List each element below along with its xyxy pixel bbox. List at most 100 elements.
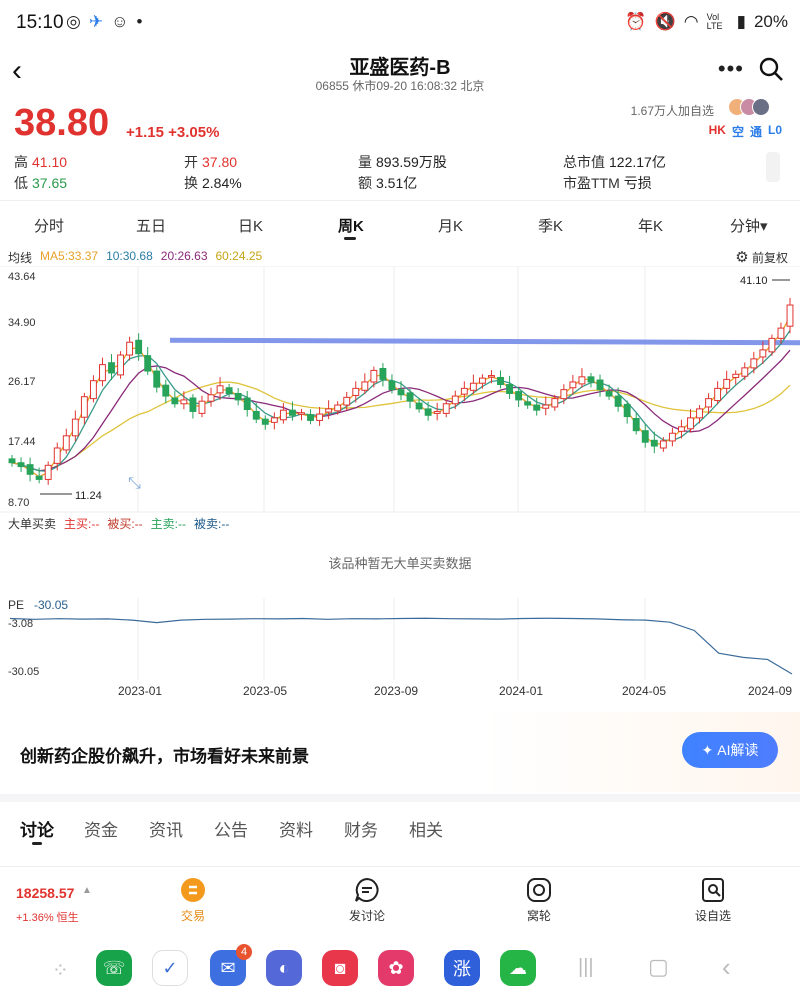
tab-related[interactable]: 相关 [409,816,443,841]
status-bar: 15:10 ◎ ✈ ☺ • ⏰ 🔇 ◠ Vol LTE ▮ 20% [0,0,800,46]
candle-body [786,304,794,327]
stat-label: 量 [358,154,372,170]
reminder-app-icon[interactable]: ✓ [152,950,188,986]
tab-profile[interactable]: 资料 [279,816,313,841]
stat-col-1: 高 41.10 低 37.65 [14,152,67,194]
candle-body [397,389,405,396]
stat-turnover: 2.84% [202,175,242,191]
pe-tick: -30.05 [8,666,40,678]
candle-body [497,376,504,386]
search-icon[interactable] [758,56,784,82]
ma-legend[interactable]: 均线 MA5:33.37 10:30.68 20:26.63 60:24.25 [8,249,262,266]
candle-body [207,394,215,402]
tab-yearly-k[interactable]: 年K [638,215,663,236]
candle-body [270,417,278,423]
x-tick-label: 2023-01 [118,684,163,698]
candle-body [216,385,224,394]
candle-body [768,337,776,353]
more-icon[interactable]: ••• [718,56,744,82]
candle-body [433,410,441,414]
y-tick-label: 43.64 [8,271,36,283]
kline-chart[interactable]: ⤡ [0,266,800,516]
candle-body [759,349,767,358]
candle-body [162,384,170,397]
stock-app-icon[interactable]: 涨 [444,950,480,986]
hang-seng-index-change[interactable]: +1.36% 恒生 [16,909,79,925]
tag-short: 空 [731,125,744,139]
tab-intraday[interactable]: 分时 [34,215,64,236]
y-tick-label: 17.44 [8,436,36,448]
candle-body [126,341,134,356]
stat-open: 37.80 [202,154,238,170]
dot-icon: • [136,12,143,31]
big-order-empty-message: 该品种暂无大单买卖数据 [328,556,472,571]
candle-body [524,401,532,406]
tab-daily-k[interactable]: 日K [238,215,263,236]
expand-stats-button[interactable] [766,152,780,182]
big-order-legend: 大单买卖 主买:-- 被买:-- 主卖:-- 被卖:-- [8,515,229,532]
y-tick-label: 34.90 [8,317,36,329]
stock-subtitle: 06855 休市09-20 16:08:32 北京 [315,79,485,93]
tab-five-day[interactable]: 五日 [136,215,166,236]
gallery-app-icon[interactable]: ✿ [378,950,414,986]
ma20-line [11,349,791,472]
candle-body [723,378,731,389]
trendline [169,337,800,346]
tab-funds[interactable]: 资金 [84,816,118,841]
candle-body [705,398,713,408]
tab-news[interactable]: 资讯 [149,816,183,841]
hang-seng-index-value[interactable]: 18258.57 [16,885,74,901]
big-order-title: 大单买卖 [8,517,57,531]
watchers-count[interactable]: 1.67万人加自选 [631,102,714,119]
candle-body [623,403,631,418]
candle-body [307,414,314,421]
watcher-avatars[interactable] [728,98,770,116]
recents-icon[interactable]: ||| [578,956,594,979]
tab-financials[interactable]: 财务 [344,816,378,841]
nav-trade[interactable]: 交易 [148,877,238,924]
stat-label: 市盈TTM [563,175,620,191]
pe-chart[interactable] [0,598,800,680]
adjust-toggle[interactable]: ⚙ 前复权 [735,248,788,266]
passive-buy: 被买:-- [107,517,143,531]
candle-body [469,382,477,391]
section-divider [0,794,800,802]
tab-minute[interactable]: 分钟▾ [730,215,768,236]
candle-body [370,369,378,383]
home-icon[interactable]: ▢ [648,954,669,980]
tab-monthly-k[interactable]: 月K [438,215,463,236]
candle-body [732,373,740,378]
phone-app-icon[interactable]: ☏ [96,950,132,986]
browser-app-icon[interactable]: ◐ [266,950,302,986]
nav-post[interactable]: 发讨论 [322,877,412,924]
main-buy: 主买:-- [64,517,100,531]
wechat-app-icon[interactable]: ☁ [500,950,536,986]
nav-back-icon[interactable]: ‹ [722,952,731,983]
messages-app-icon[interactable]: ✉ 4 [210,944,252,986]
ai-summary-banner[interactable]: 创新药企股价飙升，市场看好未来前景 ✦ AI解读 [0,712,800,792]
candle-body [171,397,179,405]
candle-body [551,398,559,408]
tab-quarterly-k[interactable]: 季K [538,215,563,236]
tag-connect: 通 [749,125,762,139]
main-sell: 主卖:-- [150,517,186,531]
candle-body [777,327,785,339]
tab-discussion[interactable]: 讨论 [20,816,54,841]
candle-body [379,367,387,380]
ai-read-button[interactable]: ✦ AI解读 [682,732,778,768]
app-grid-icon[interactable]: ⁘ [52,958,69,983]
tab-weekly-k[interactable]: 周K [338,215,364,236]
candle-body [488,375,495,378]
nav-warrants[interactable]: 窝轮 [494,877,584,924]
candle-body [198,400,206,414]
candle-body [71,418,79,437]
candle-body [668,432,676,442]
caret-up-icon: ▲ [82,885,92,896]
stat-pe-ttm: 亏损 [623,175,652,191]
candle-body [659,440,667,449]
nav-add-watchlist[interactable]: 设自选 [668,877,758,924]
camera-app-icon[interactable]: ◙ [322,950,358,986]
tab-announcements[interactable]: 公告 [214,816,248,841]
candle-body [261,418,269,425]
candle-body [569,381,577,389]
